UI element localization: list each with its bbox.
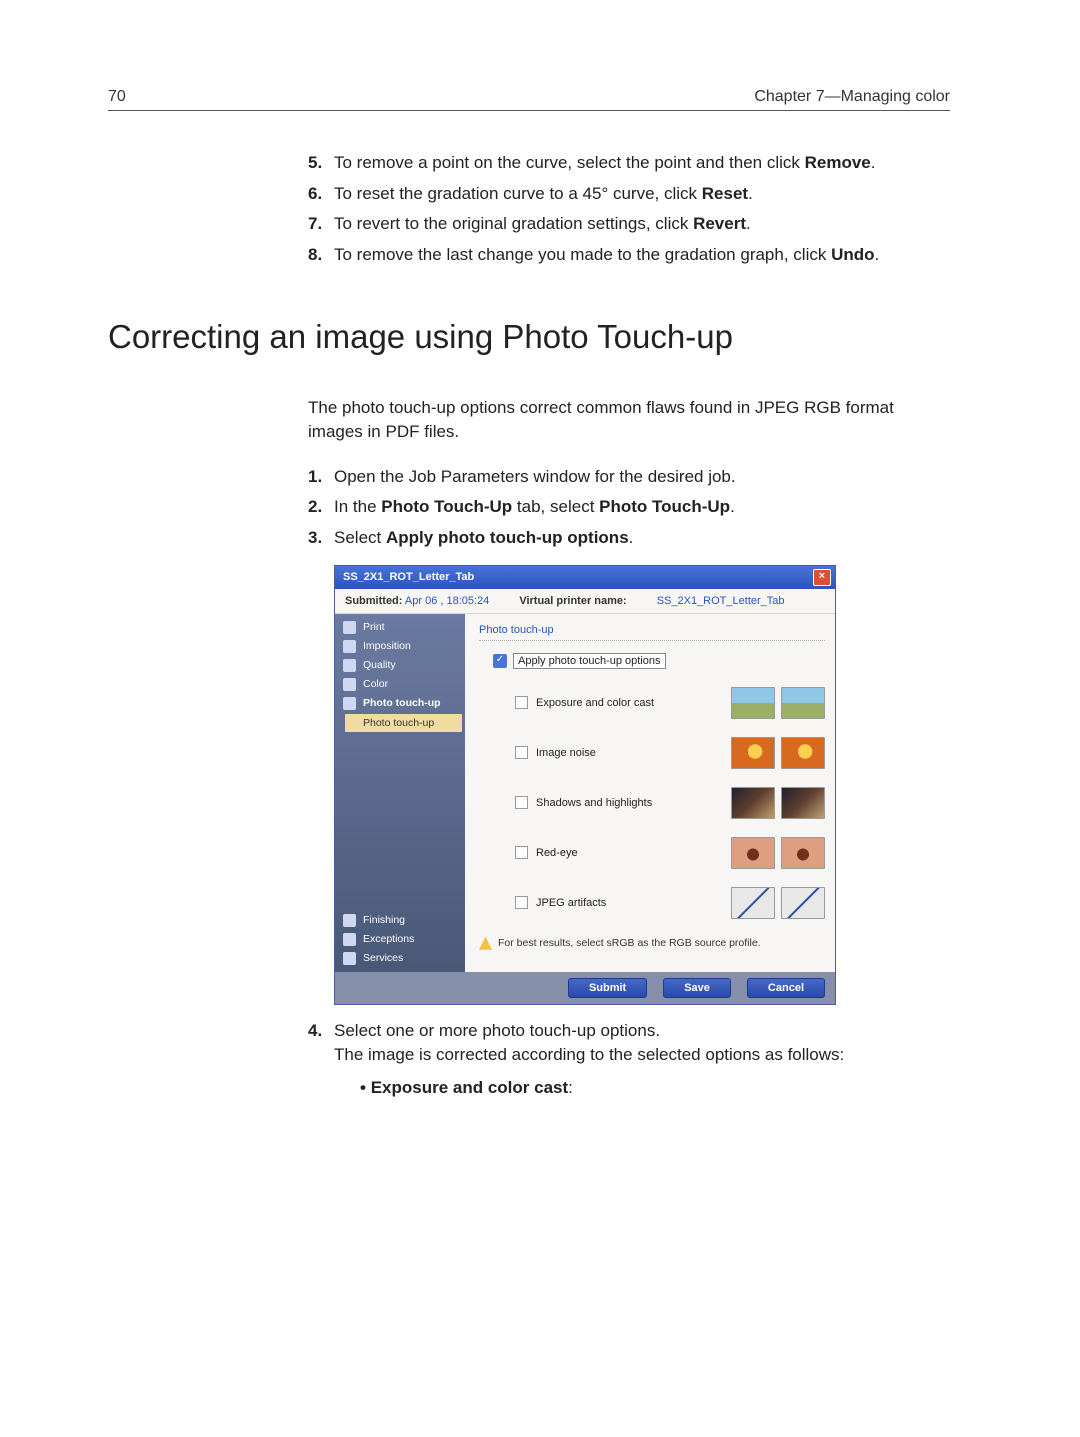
thumb-after-icon [781, 887, 825, 919]
step-body: Open the Job Parameters window for the d… [334, 465, 950, 490]
step-number: 5. [308, 151, 334, 176]
dialog-main-pane: Photo touch-up ✓ Apply photo touch-up op… [465, 614, 835, 972]
services-icon [343, 952, 356, 965]
page-header: 70 Chapter 7—Managing color [108, 88, 950, 111]
step-number: 1. [308, 465, 334, 490]
step-body: To reset the gradation curve to a 45° cu… [334, 182, 950, 207]
chapter-label: Chapter 7—Managing color [754, 88, 950, 106]
thumb-after-icon [781, 737, 825, 769]
dialog-sidebar: Print Imposition Quality Color Photo tou… [335, 614, 465, 972]
vpn-value: SS_2X1_ROT_Letter_Tab [657, 595, 785, 607]
print-icon [343, 621, 356, 634]
intro-paragraph: The photo touch-up options correct commo… [308, 396, 950, 445]
submitted-label: Submitted: [345, 595, 402, 607]
dialog-footer: Submit Save Cancel [335, 972, 835, 1004]
page-number: 70 [108, 88, 126, 106]
submit-button[interactable]: Submit [568, 978, 647, 998]
option-noise: Image noise [479, 737, 825, 769]
step-body: To revert to the original gradation sett… [334, 212, 950, 237]
finishing-icon [343, 914, 356, 927]
quality-icon [343, 659, 356, 672]
thumb-before-icon [731, 887, 775, 919]
imposition-icon [343, 640, 356, 653]
step-body: To remove a point on the curve, select t… [334, 151, 950, 176]
jpeg-checkbox[interactable] [515, 896, 528, 909]
exceptions-icon [343, 933, 356, 946]
thumb-after-icon [781, 687, 825, 719]
color-icon [343, 678, 356, 691]
sidebar-item-print[interactable]: Print [335, 618, 465, 637]
exposure-checkbox[interactable] [515, 696, 528, 709]
sidebar-subitem-photo-touch-up[interactable]: Photo touch-up [345, 714, 462, 732]
step-body: Select Apply photo touch-up options. [334, 526, 950, 551]
sidebar-item-photo-touch-up[interactable]: Photo touch-up [335, 694, 465, 713]
step-number: 3. [308, 526, 334, 551]
redeye-checkbox[interactable] [515, 846, 528, 859]
noise-checkbox[interactable] [515, 746, 528, 759]
step-number: 2. [308, 495, 334, 520]
pane-heading: Photo touch-up [479, 624, 825, 641]
step-body: Select one or more photo touch-up option… [334, 1019, 950, 1101]
cancel-button[interactable]: Cancel [747, 978, 825, 998]
apply-checkbox[interactable]: ✓ [493, 654, 507, 668]
step-number: 8. [308, 243, 334, 268]
sidebar-item-services[interactable]: Services [335, 949, 465, 968]
titlebar: SS_2X1_ROT_Letter_Tab × [335, 566, 835, 589]
sidebar-item-color[interactable]: Color [335, 675, 465, 694]
option-shadows: Shadows and highlights [479, 787, 825, 819]
bullet-exposure: Exposure and color cast: [360, 1076, 950, 1101]
job-parameters-dialog: SS_2X1_ROT_Letter_Tab × Submitted: Apr 0… [334, 565, 836, 1005]
sidebar-item-finishing[interactable]: Finishing [335, 911, 465, 930]
dialog-title: SS_2X1_ROT_Letter_Tab [343, 571, 474, 583]
thumb-before-icon [731, 737, 775, 769]
save-button[interactable]: Save [663, 978, 731, 998]
sidebar-item-imposition[interactable]: Imposition [335, 637, 465, 656]
shadows-checkbox[interactable] [515, 796, 528, 809]
vpn-label: Virtual printer name: [519, 595, 626, 607]
apply-label: Apply photo touch-up options [513, 653, 666, 669]
thumb-before-icon [731, 687, 775, 719]
option-exposure: Exposure and color cast [479, 687, 825, 719]
section-title: Correcting an image using Photo Touch-up [108, 318, 950, 356]
thumb-before-icon [731, 837, 775, 869]
thumb-before-icon [731, 787, 775, 819]
top-steps: 5. To remove a point on the curve, selec… [308, 151, 950, 268]
submitted-value: Apr 06 , 18:05:24 [405, 595, 489, 607]
thumb-after-icon [781, 837, 825, 869]
option-jpeg: JPEG artifacts [479, 887, 825, 919]
step-number: 6. [308, 182, 334, 207]
mid-steps: 1. Open the Job Parameters window for th… [308, 465, 950, 551]
post-steps: 4. Select one or more photo touch-up opt… [308, 1019, 950, 1101]
photo-icon [343, 697, 356, 710]
step-number: 4. [308, 1019, 334, 1101]
close-icon[interactable]: × [813, 569, 831, 586]
sidebar-item-quality[interactable]: Quality [335, 656, 465, 675]
meta-row: Submitted: Apr 06 , 18:05:24 Virtual pri… [335, 589, 835, 614]
hint-row: For best results, select sRGB as the RGB… [479, 937, 825, 950]
step-body: In the Photo Touch-Up tab, select Photo … [334, 495, 950, 520]
thumb-after-icon [781, 787, 825, 819]
sidebar-item-exceptions[interactable]: Exceptions [335, 930, 465, 949]
step-number: 7. [308, 212, 334, 237]
step-body: To remove the last change you made to th… [334, 243, 950, 268]
option-redeye: Red-eye [479, 837, 825, 869]
warning-icon [479, 937, 492, 950]
